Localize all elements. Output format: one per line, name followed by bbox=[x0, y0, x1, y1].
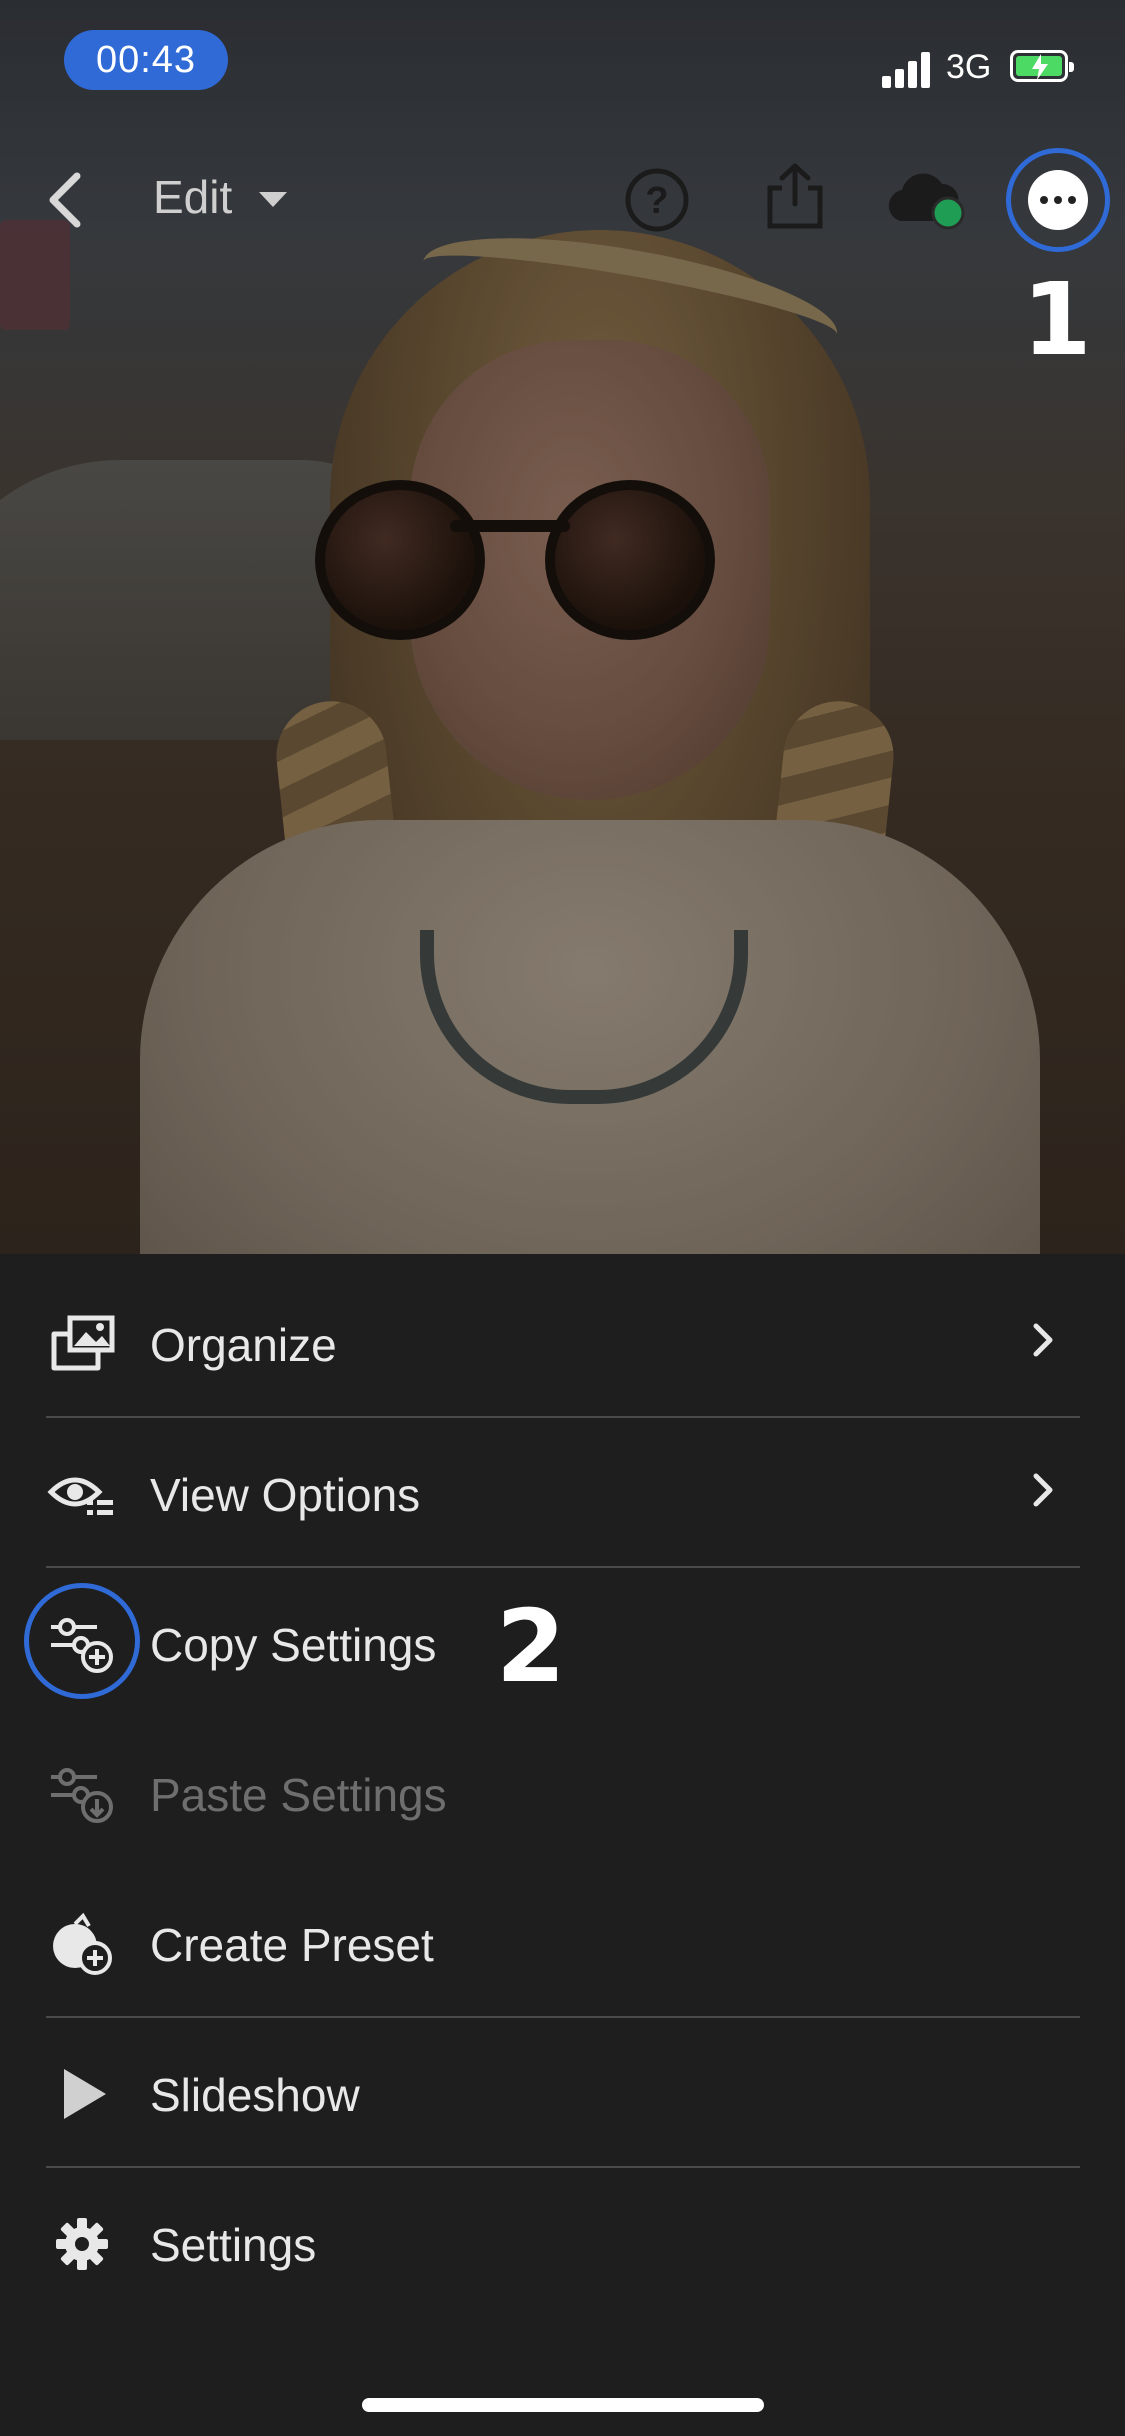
status-bar: 00:43 3G bbox=[0, 0, 1125, 120]
menu-item-organize[interactable]: Organize bbox=[0, 1268, 1125, 1418]
create-preset-icon bbox=[46, 1912, 118, 1976]
chevron-right-icon bbox=[1032, 1322, 1054, 1363]
menu-item-paste-settings: Paste Settings bbox=[0, 1718, 1125, 1868]
network-type: 3G bbox=[946, 48, 992, 86]
menu-item-label: Paste Settings bbox=[150, 1769, 447, 1821]
edit-mode-dropdown[interactable]: Edit bbox=[153, 170, 232, 224]
menu-item-view-options[interactable]: View Options bbox=[0, 1418, 1125, 1568]
home-indicator[interactable] bbox=[362, 2398, 764, 2412]
menu-item-slideshow[interactable]: Slideshow bbox=[0, 2018, 1125, 2168]
view-options-eye-icon bbox=[46, 1462, 118, 1526]
chevron-right-icon bbox=[1032, 1472, 1054, 1513]
paste-settings-icon bbox=[46, 1762, 118, 1826]
share-icon[interactable] bbox=[760, 160, 830, 232]
help-icon[interactable]: ? bbox=[622, 165, 692, 235]
organize-folder-icon bbox=[46, 1312, 118, 1376]
menu-item-label: Slideshow bbox=[150, 2069, 360, 2121]
menu-item-label: Create Preset bbox=[150, 1919, 434, 1971]
play-icon bbox=[46, 2062, 118, 2126]
svg-text:?: ? bbox=[645, 180, 668, 222]
gear-icon bbox=[46, 2212, 118, 2276]
cloud-sync-icon[interactable] bbox=[880, 168, 970, 232]
caret-down-icon[interactable] bbox=[257, 190, 289, 215]
cellular-signal-icon bbox=[882, 52, 934, 88]
more-dots-icon[interactable] bbox=[1028, 170, 1088, 230]
menu-item-settings[interactable]: Settings bbox=[0, 2168, 1125, 2318]
back-chevron-icon[interactable] bbox=[40, 165, 90, 235]
menu-item-label: Settings bbox=[150, 2219, 317, 2271]
menu-item-label: Organize bbox=[150, 1319, 337, 1371]
step-number-1: 1 bbox=[1022, 261, 1092, 378]
status-time: 00:43 bbox=[64, 30, 228, 90]
menu-item-label: View Options bbox=[150, 1469, 421, 1521]
menu-item-label: Copy Settings bbox=[150, 1619, 437, 1671]
copy-settings-icon bbox=[46, 1612, 118, 1676]
battery-charging-icon bbox=[1010, 50, 1074, 82]
step-number-2: 2 bbox=[496, 1588, 566, 1705]
more-options-button[interactable] bbox=[1006, 148, 1110, 252]
menu-item-create-preset[interactable]: Create Preset bbox=[0, 1868, 1125, 2018]
